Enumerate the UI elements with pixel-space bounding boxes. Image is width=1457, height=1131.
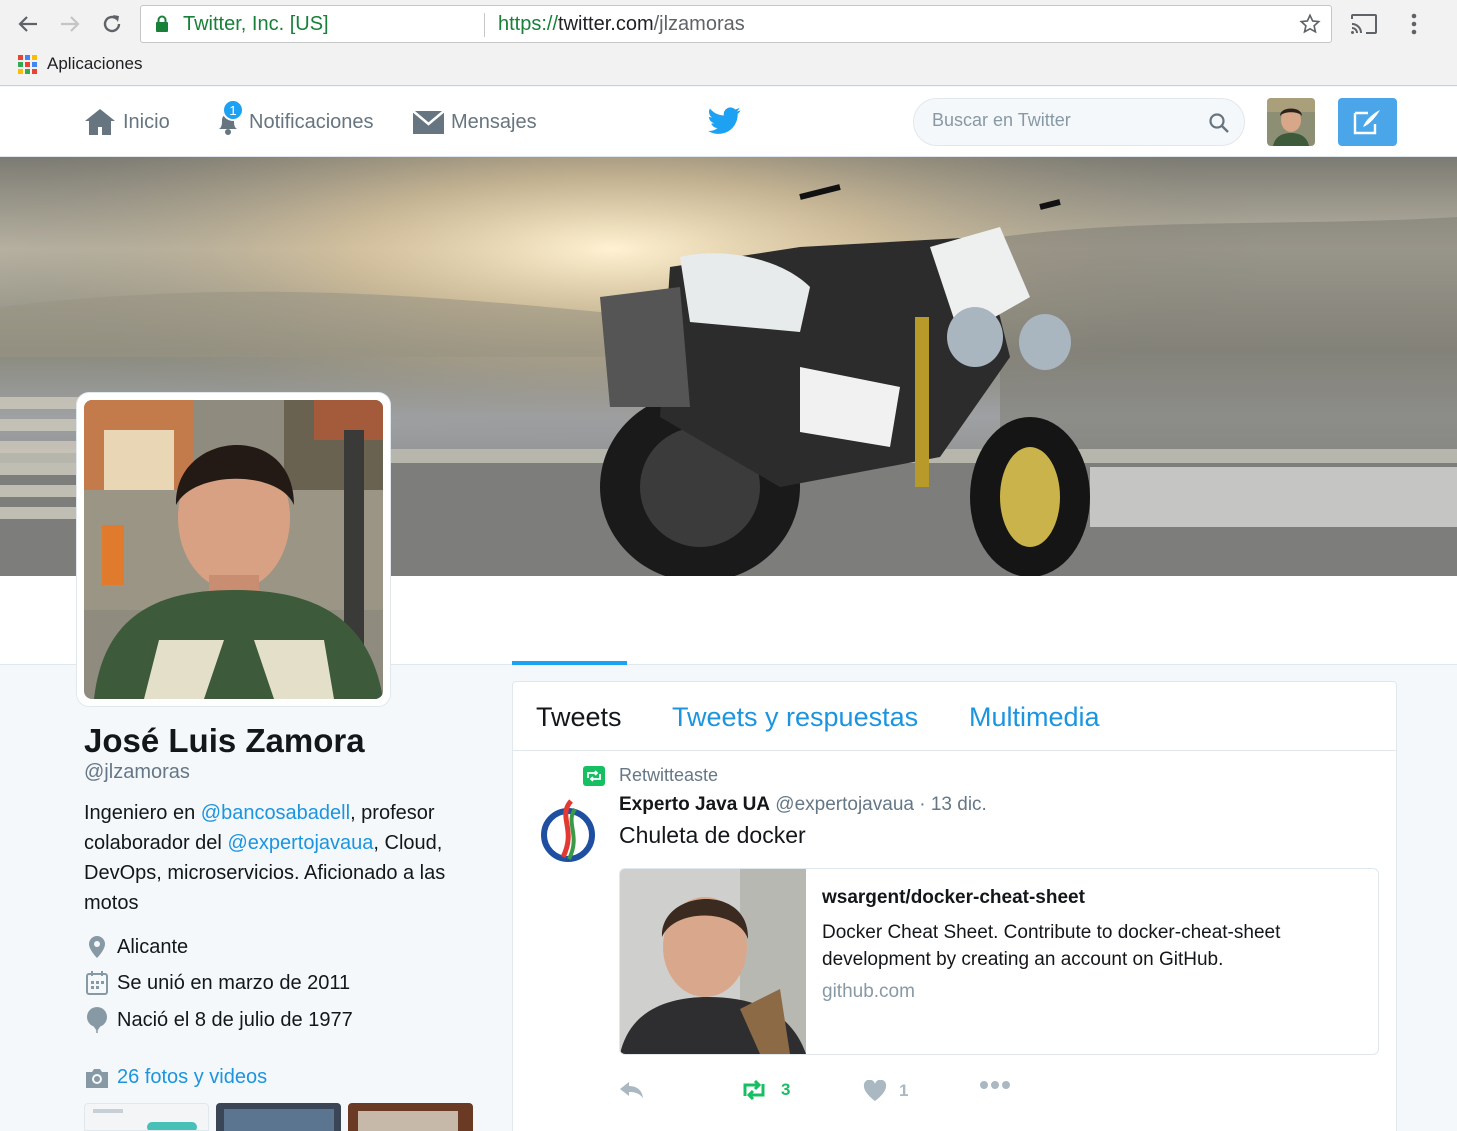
media-thumbnail[interactable] — [348, 1103, 473, 1131]
compose-icon — [1353, 110, 1380, 135]
envelope-icon — [412, 110, 445, 134]
card-domain: github.com — [822, 981, 915, 1002]
menu-dots-icon[interactable] — [1408, 12, 1420, 36]
like-button[interactable]: 1 — [863, 1080, 908, 1102]
heart-icon — [863, 1080, 887, 1101]
nav-notifications[interactable]: 1 Notificaciones — [213, 87, 374, 157]
url-text: https://twitter.com/jlzamoras — [498, 13, 745, 36]
url-scheme: https:// — [498, 13, 559, 35]
calendar-icon — [86, 971, 108, 995]
card-image — [620, 869, 806, 1054]
lock-icon — [156, 15, 168, 32]
reload-icon — [103, 15, 121, 33]
user-avatar[interactable] — [1267, 98, 1315, 146]
like-count: 1 — [899, 1081, 909, 1100]
more-button[interactable] — [979, 1080, 1023, 1090]
media-thumbnail[interactable] — [216, 1103, 341, 1131]
retweet-icon — [743, 1080, 765, 1100]
tab-tweets-replies[interactable]: Tweets y respuestas — [672, 702, 918, 733]
active-nav-underline — [512, 661, 627, 665]
card-portrait — [620, 869, 806, 1054]
back-button[interactable] — [12, 8, 44, 40]
author-avatar[interactable] — [539, 795, 597, 867]
balloon-icon — [87, 1007, 107, 1033]
home-icon — [85, 109, 115, 135]
location-pin-icon — [89, 936, 105, 958]
reply-button[interactable] — [619, 1080, 657, 1100]
timeline: Tweets Tweets y respuestas Multimedia Re… — [512, 681, 1397, 1131]
url-host: twitter.com — [558, 13, 654, 35]
cast-icon[interactable] — [1350, 13, 1378, 35]
nav-home[interactable]: Inicio — [83, 87, 170, 157]
nav-messages[interactable]: Mensajes — [412, 87, 537, 157]
timeline-tabs: Tweets Tweets y respuestas Multimedia — [513, 682, 1396, 751]
search-box[interactable] — [913, 98, 1245, 146]
tweet-text: Chuleta de docker — [619, 822, 806, 848]
arrow-left-icon — [18, 16, 37, 32]
tab-tweets[interactable]: Tweets — [536, 702, 622, 733]
retweet-button[interactable]: 3 — [739, 1080, 790, 1100]
star-icon[interactable] — [1299, 13, 1321, 35]
nav-home-label: Inicio — [123, 110, 170, 133]
photos-videos-label: 26 fotos y videos — [117, 1066, 268, 1088]
tweet-header: Experto Java UA @expertojavaua · 13 dic. — [619, 794, 987, 816]
bio-mention-expertojavaua[interactable]: @expertojavaua — [227, 832, 373, 854]
join-date-text: Se unió en marzo de 2011 — [117, 971, 351, 994]
reload-button[interactable] — [96, 8, 128, 40]
profile-photo — [84, 400, 383, 699]
card-title: wsargent/docker-cheat-sheet — [822, 887, 1085, 908]
bio-text: Ingeniero en — [84, 802, 201, 824]
nav-messages-label: Mensajes — [451, 110, 537, 133]
retweet-icon — [583, 765, 605, 786]
profile-avatar[interactable] — [77, 393, 390, 706]
retweet-count: 3 — [781, 1080, 791, 1099]
link-card[interactable]: wsargent/docker-cheat-sheet Docker Cheat… — [619, 868, 1379, 1055]
secure-site-label: Twitter, Inc. [US] — [183, 13, 329, 35]
compose-tweet-button[interactable] — [1338, 98, 1397, 146]
browser-chrome: Twitter, Inc. [US] https://twitter.com/j… — [0, 0, 1457, 86]
profile-join-date: Se unió en marzo de 2011 — [84, 971, 350, 995]
photos-videos-link[interactable]: 26 fotos y videos — [84, 1066, 267, 1089]
thumbnail-image — [224, 1109, 334, 1131]
profile-bio: Ingeniero en @bancosabadell, profesor co… — [84, 798, 479, 918]
thumbnail-image — [358, 1111, 458, 1131]
reply-icon — [620, 1082, 643, 1098]
media-thumbnail[interactable] — [84, 1103, 209, 1131]
location-text: Alicante — [117, 935, 189, 958]
thumbnail-image — [93, 1109, 197, 1130]
forward-button[interactable] — [54, 8, 86, 40]
profile-location: Alicante — [84, 935, 188, 959]
notification-badge: 1 — [222, 99, 244, 121]
url-path: /jlzamoras — [653, 13, 745, 35]
bookmark-label: Aplicaciones — [47, 54, 143, 73]
profile-name: José Luis Zamora — [84, 722, 365, 759]
experto-java-logo — [541, 799, 595, 862]
bio-mention-bancosabadell[interactable]: @bancosabadell — [201, 802, 350, 824]
tweet-author-name[interactable]: Experto Java UA — [619, 794, 770, 815]
retweet-context: Retwitteaste — [583, 765, 718, 786]
apps-grid-icon — [18, 54, 37, 74]
card-description: Docker Cheat Sheet. Contribute to docker… — [822, 922, 1281, 970]
tweet-time[interactable]: 13 dic. — [931, 794, 987, 815]
search-icon[interactable] — [1208, 112, 1230, 134]
search-input[interactable] — [932, 110, 1202, 131]
twitter-topbar: Inicio 1 Notificaciones Mensajes — [0, 87, 1457, 157]
tweet-meta-separator: · — [913, 794, 931, 815]
twitter-bird-icon[interactable] — [708, 107, 741, 135]
tweet-actions: 3 1 — [619, 1080, 1119, 1110]
more-dots-icon — [980, 1081, 1010, 1089]
tab-media[interactable]: Multimedia — [969, 702, 1100, 733]
profile-birthday: Nació el 8 de julio de 1977 — [84, 1007, 353, 1033]
tweet-author-handle[interactable]: @expertojavaua — [775, 794, 914, 815]
address-bar[interactable]: Twitter, Inc. [US] https://twitter.com/j… — [140, 5, 1332, 43]
arrow-right-icon — [61, 16, 80, 32]
camera-icon — [86, 1068, 108, 1088]
address-separator — [484, 13, 485, 37]
avatar-image — [1267, 98, 1315, 146]
nav-notifications-label: Notificaciones — [249, 110, 374, 133]
birthday-text: Nació el 8 de julio de 1977 — [117, 1008, 353, 1031]
retweet-context-label: Retwitteaste — [619, 765, 719, 785]
bookmark-apps[interactable]: Aplicaciones — [18, 54, 142, 74]
profile-handle[interactable]: @jlzamoras — [84, 761, 190, 784]
